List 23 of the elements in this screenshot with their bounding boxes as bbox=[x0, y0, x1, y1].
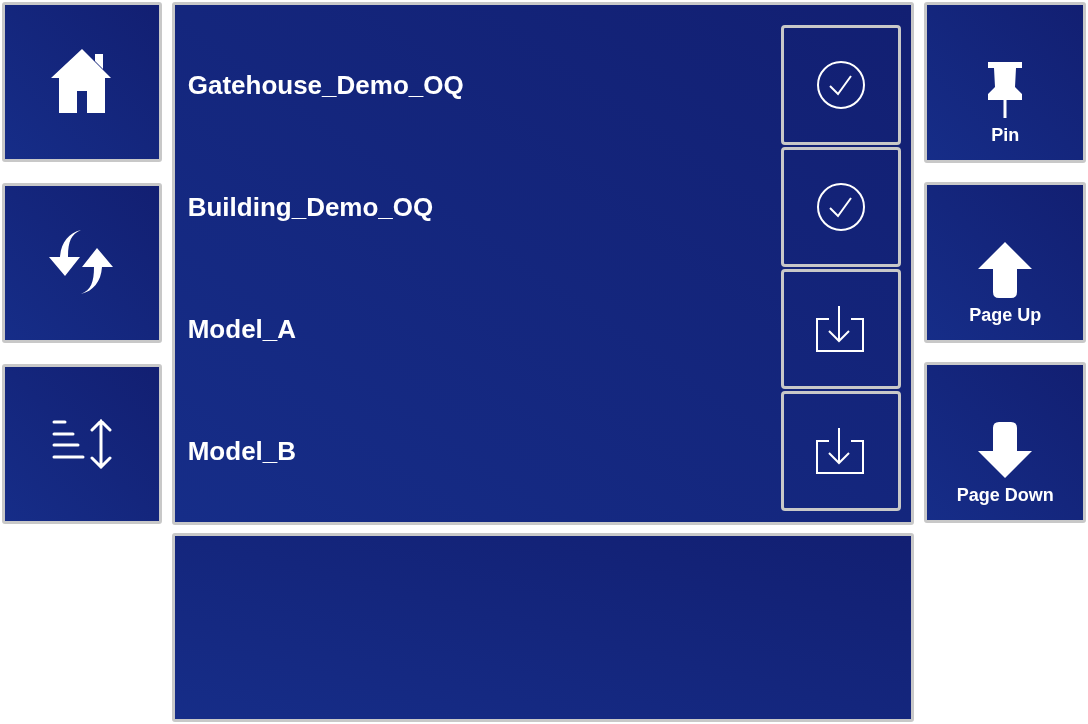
arrow-up-icon bbox=[977, 242, 1034, 298]
project-name[interactable]: Building_Demo_OQ bbox=[187, 187, 782, 227]
up-button[interactable]: Page Up bbox=[924, 182, 1086, 343]
downloaded-button[interactable] bbox=[781, 147, 902, 267]
download-button[interactable] bbox=[781, 269, 902, 389]
sort-icon bbox=[51, 419, 112, 469]
home-button[interactable] bbox=[2, 2, 162, 162]
download-icon bbox=[816, 428, 867, 474]
download-button[interactable] bbox=[781, 391, 902, 511]
pin-button[interactable]: Pin bbox=[924, 2, 1086, 163]
sync-icon bbox=[48, 230, 115, 296]
arrow-down-icon bbox=[977, 422, 1034, 478]
downloaded-button[interactable] bbox=[781, 25, 902, 145]
download-icon bbox=[816, 306, 867, 352]
project-name[interactable]: Model_A bbox=[187, 309, 782, 349]
check-circle-icon bbox=[816, 60, 867, 110]
sort-button[interactable] bbox=[2, 364, 162, 524]
project-name[interactable]: Gatehouse_Demo_OQ bbox=[187, 65, 782, 105]
sync-button[interactable] bbox=[2, 183, 162, 343]
pin-icon bbox=[988, 62, 1023, 118]
check-circle-icon bbox=[816, 182, 867, 232]
down-button[interactable]: Page Down bbox=[924, 362, 1086, 523]
project-name[interactable]: Model_B bbox=[187, 431, 782, 471]
